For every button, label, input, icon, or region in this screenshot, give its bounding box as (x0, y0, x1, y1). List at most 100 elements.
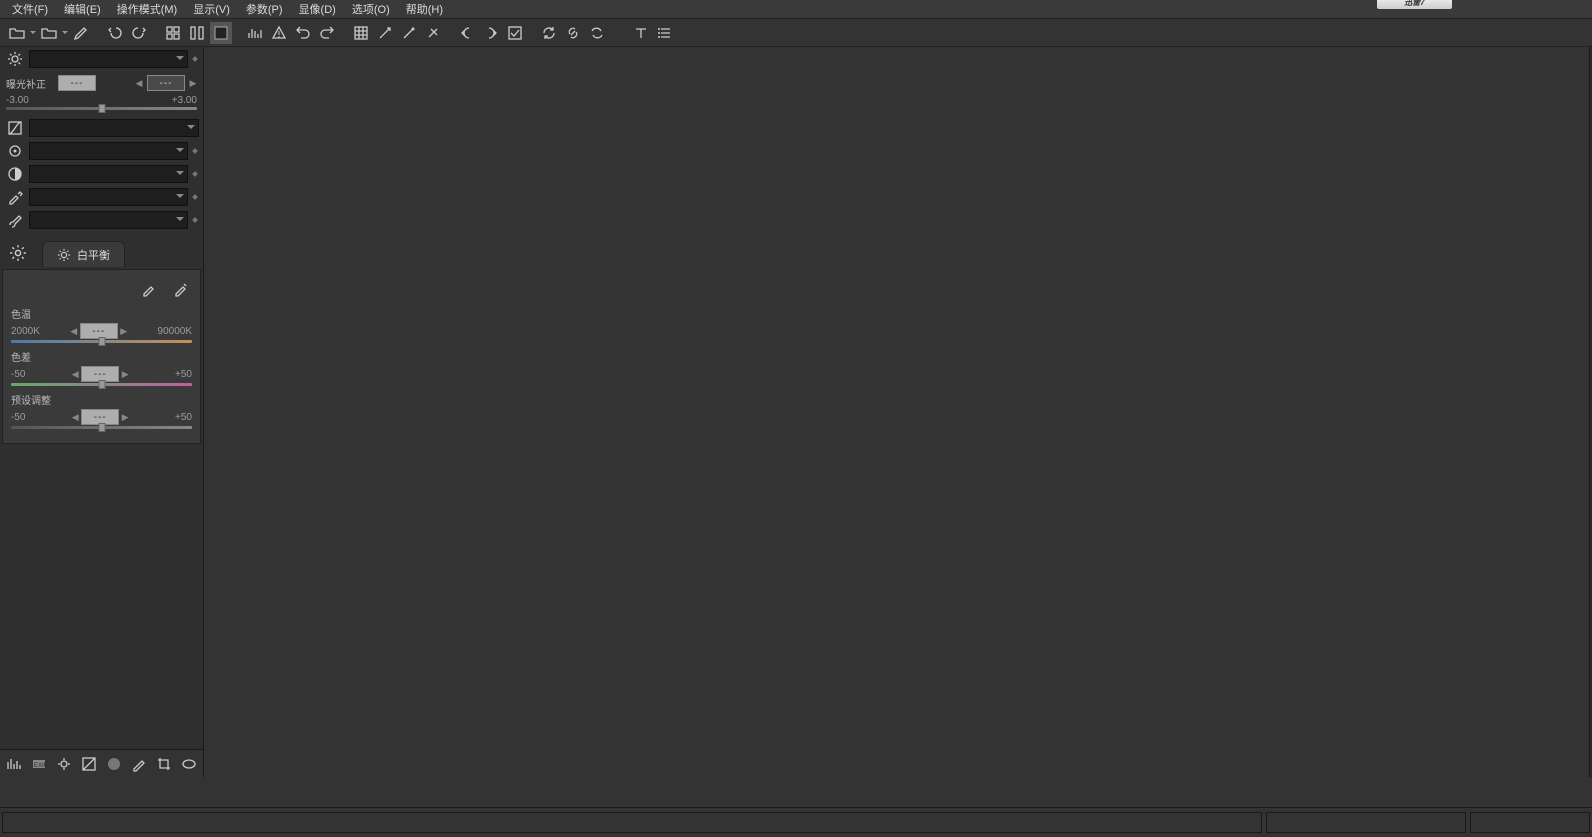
slider-thumb[interactable] (98, 337, 105, 346)
menu-mode[interactable]: 操作模式(M) (109, 0, 186, 19)
temperature-dec[interactable]: ◀ (70, 324, 78, 338)
rotate-left-button[interactable] (292, 22, 314, 44)
exposure-slider[interactable] (6, 107, 197, 110)
prev-button[interactable] (456, 22, 478, 44)
sidebar-bottom-toolbar: EXIF (0, 749, 203, 777)
param-tint: 色差 -50 ◀ --- ▶ +50 (11, 349, 192, 386)
tint-slider[interactable] (11, 383, 192, 386)
next-button[interactable] (480, 22, 502, 44)
undo-button[interactable] (104, 22, 126, 44)
temperature-slider[interactable] (11, 340, 192, 343)
exposure-inc[interactable]: ▶ (189, 76, 197, 90)
sharpness-row (0, 139, 203, 162)
wand-button[interactable] (374, 22, 396, 44)
menu-file[interactable]: 文件(F) (4, 0, 56, 19)
wb-auto-button[interactable] (170, 278, 192, 300)
tab-white-balance[interactable]: 白平衡 (42, 241, 125, 267)
brush-select[interactable] (29, 211, 188, 229)
preset-adjust-max: +50 (175, 412, 192, 423)
panel-tab-header: 白平衡 (0, 239, 203, 269)
open-folder2-dropdown[interactable] (62, 28, 68, 37)
refresh-button[interactable] (538, 22, 560, 44)
status-cell-main (2, 812, 1262, 833)
histogram-button[interactable] (244, 22, 266, 44)
sun-icon (4, 48, 26, 70)
preset-select-1[interactable] (29, 50, 188, 68)
menu-bar: 文件(F) 编辑(E) 操作模式(M) 显示(V) 参数(P) 显像(D) 选项… (0, 0, 1592, 19)
open-folder-dropdown[interactable] (30, 28, 36, 37)
brush-button[interactable] (70, 22, 92, 44)
contrast-select[interactable] (29, 165, 188, 183)
tint-label: 色差 (11, 349, 192, 364)
link-button[interactable] (562, 22, 584, 44)
single-view-button[interactable] (210, 22, 232, 44)
picker-reset[interactable] (191, 193, 199, 201)
tone-select[interactable] (29, 119, 199, 137)
preset-adjust-slider[interactable] (11, 426, 192, 429)
menu-option[interactable]: 选项(O) (344, 0, 398, 19)
light-tab-button[interactable] (54, 753, 75, 775)
contrast-row (0, 162, 203, 185)
tint-min: -50 (11, 369, 25, 380)
color-tab-button[interactable] (104, 753, 125, 775)
list-button[interactable] (654, 22, 676, 44)
sync-button[interactable] (586, 22, 608, 44)
exif-tab-button[interactable]: EXIF (29, 753, 50, 775)
histogram-tab-button[interactable] (4, 753, 25, 775)
sharpness-select[interactable] (29, 142, 188, 160)
check-button[interactable] (504, 22, 526, 44)
panel-settings-icon[interactable] (8, 243, 28, 263)
status-bar (0, 807, 1592, 837)
picker-select[interactable] (29, 188, 188, 206)
status-cell-2 (1266, 812, 1466, 833)
grid-overlay-button[interactable] (350, 22, 372, 44)
brush-row (0, 208, 203, 231)
exposure-value-1[interactable]: --- (58, 75, 96, 91)
grid-columns-button[interactable] (186, 22, 208, 44)
crop-tab-button[interactable] (153, 753, 174, 775)
tint-dec[interactable]: ◀ (71, 367, 79, 381)
exposure-dec[interactable]: ◀ (135, 76, 143, 90)
open-folder-button[interactable] (6, 22, 28, 44)
preset-adjust-dec[interactable]: ◀ (71, 410, 79, 424)
main-area: 曝光补正 --- ◀ --- ▶ -3.00 +3.00 (0, 47, 1592, 777)
paintbrush-icon (4, 209, 26, 231)
contrast-reset[interactable] (191, 170, 199, 178)
temperature-inc[interactable]: ▶ (120, 324, 128, 338)
heal-button[interactable] (422, 22, 444, 44)
brush-reset[interactable] (191, 216, 199, 224)
menu-image[interactable]: 显像(D) (291, 0, 344, 19)
lens-tab-button[interactable] (178, 753, 199, 775)
open-folder2-button[interactable] (38, 22, 60, 44)
preset-adjust-inc[interactable]: ▶ (121, 410, 129, 424)
redo-button[interactable] (128, 22, 150, 44)
brand-logo: 迅雷7 (1377, 0, 1452, 9)
preset-reset-1[interactable] (191, 55, 199, 63)
menu-view[interactable]: 显示(V) (185, 0, 238, 19)
menu-edit[interactable]: 编辑(E) (56, 0, 109, 19)
exposure-value-2[interactable]: --- (147, 75, 185, 91)
white-balance-panel: 色温 2000K ◀ --- ▶ 90000K 色差 -50 (2, 269, 201, 444)
tone-tab-button[interactable] (79, 753, 100, 775)
tint-max: +50 (175, 369, 192, 380)
grid-small-button[interactable] (162, 22, 184, 44)
rotate-right-button[interactable] (316, 22, 338, 44)
slider-thumb[interactable] (98, 423, 105, 432)
eyedropper-icon (4, 186, 26, 208)
menu-params[interactable]: 参数(P) (238, 0, 291, 19)
menu-help[interactable]: 帮助(H) (398, 0, 451, 19)
edit-tab-button[interactable] (128, 753, 149, 775)
slider-thumb[interactable] (98, 380, 105, 389)
tint-inc[interactable]: ▶ (121, 367, 129, 381)
param-temperature: 色温 2000K ◀ --- ▶ 90000K (11, 306, 192, 343)
exposure-label: 曝光补正 (6, 76, 54, 91)
text-tool-button[interactable] (630, 22, 652, 44)
preset-row-1 (0, 47, 203, 70)
temperature-label: 色温 (11, 306, 192, 321)
sharpness-reset[interactable] (191, 147, 199, 155)
wand2-button[interactable] (398, 22, 420, 44)
wb-pick-button[interactable] (138, 278, 160, 300)
warning-button[interactable] (268, 22, 290, 44)
slider-thumb[interactable] (98, 104, 105, 113)
left-panel: 曝光补正 --- ◀ --- ▶ -3.00 +3.00 (0, 47, 204, 777)
